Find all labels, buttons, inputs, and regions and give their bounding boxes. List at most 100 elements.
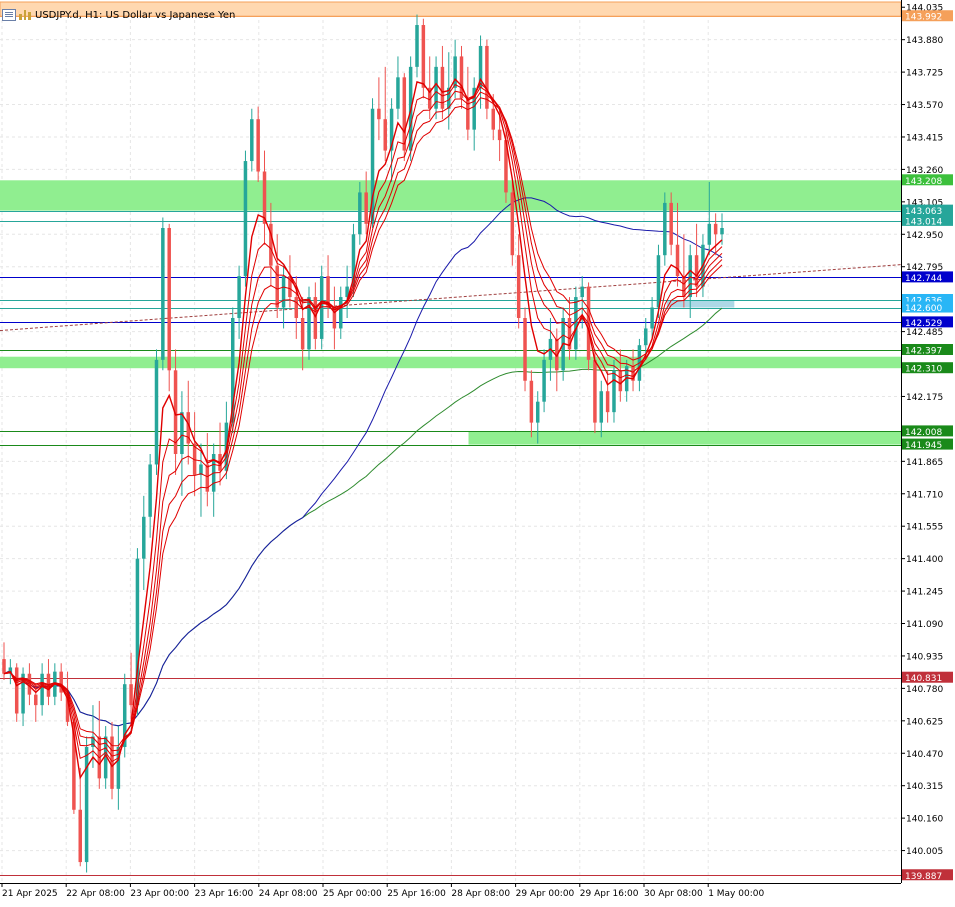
candle: [516, 234, 521, 329]
candle: [631, 349, 635, 392]
zones: [0, 1, 902, 445]
candle: [46, 659, 51, 706]
candle-body: [491, 108, 496, 130]
candle-body: [383, 119, 387, 151]
y-tick-label: 141.710: [906, 490, 943, 500]
candle-body: [542, 359, 546, 402]
candle: [434, 56, 438, 120]
price-chart[interactable]: 144.035143.880143.725143.570143.415143.2…: [0, 0, 955, 903]
candle-body: [339, 297, 343, 329]
candle-body: [523, 317, 527, 381]
candle: [256, 106, 260, 182]
candle-body: [78, 809, 82, 863]
candle: [250, 108, 254, 172]
y-tick-label: 143.570: [906, 101, 943, 111]
candle: [148, 454, 152, 538]
candle-body: [707, 223, 712, 245]
candle-body: [281, 276, 286, 308]
candle-body: [618, 370, 623, 392]
candle-body: [300, 317, 305, 350]
x-tick-label: 23 Apr 00:00: [130, 889, 189, 899]
candle: [612, 359, 616, 423]
candle: [453, 39, 457, 99]
candle: [485, 39, 489, 120]
price-tag-label: 142.008: [905, 428, 942, 438]
candle: [205, 433, 210, 507]
candle: [14, 663, 19, 722]
y-tick-label: 140.780: [906, 685, 943, 695]
time-axis[interactable]: 21 Apr 2025 22 Apr 08:00 23 Apr 00:00 23 Ap…: [1, 883, 764, 899]
y-tick-label: 142.485: [906, 328, 943, 338]
candle-body: [669, 202, 673, 245]
candle-body: [377, 108, 381, 120]
zone-rect: [468, 431, 901, 445]
candle-body: [40, 673, 44, 706]
y-tick-label: 141.865: [906, 458, 943, 468]
menu-icon[interactable]: [2, 9, 16, 21]
candle-body: [682, 276, 686, 298]
candle: [2, 642, 6, 681]
x-tick-label: 29 Apr 00:00: [516, 889, 575, 899]
x-tick-label: 25 Apr 00:00: [323, 889, 382, 899]
price-tag: 142.600: [902, 301, 953, 314]
candle: [555, 328, 559, 392]
candle-body: [713, 223, 718, 235]
x-tick-label: 28 Apr 08:00: [451, 889, 510, 899]
x-tick-label: 24 Apr 08:00: [259, 889, 318, 899]
x-tick-label: 30 Apr 08:00: [644, 889, 703, 899]
y-tick-label: 142.950: [906, 231, 943, 241]
bars-icon[interactable]: [19, 10, 32, 20]
candle: [21, 667, 25, 727]
candle: [605, 370, 610, 423]
candle-body: [34, 694, 38, 706]
price-tag-label: 142.529: [905, 319, 942, 329]
chart-title-bar: USDJPY.d, H1: US Dollar vs Japanese Yen: [2, 6, 235, 24]
candle: [675, 202, 680, 287]
candle-body: [580, 286, 584, 298]
candle: [624, 359, 629, 402]
candle-body: [421, 25, 426, 88]
chart-area[interactable]: 144.035 143.880 143.725 143.570 143.415 143.2…: [0, 0, 955, 903]
candle-body: [497, 129, 502, 141]
x-tick-label: 21 Apr 2025: [2, 889, 58, 899]
candle-body: [644, 328, 648, 346]
candle: [161, 217, 165, 371]
price-tag-label: 142.310: [905, 365, 942, 375]
candle-body: [148, 464, 152, 517]
candle-body: [256, 119, 260, 172]
candle: [59, 663, 63, 701]
candle-body: [167, 228, 171, 371]
trend-line: [0, 264, 902, 332]
candle: [694, 223, 699, 298]
candle: [34, 684, 38, 722]
levels: [0, 16, 902, 876]
candle-body: [364, 192, 368, 224]
y-tick-label: 141.090: [906, 620, 943, 630]
candle: [199, 443, 203, 517]
candle: [192, 412, 197, 496]
candle-body: [510, 192, 515, 256]
candle-body: [529, 380, 534, 423]
candle: [599, 380, 604, 438]
candle-body: [294, 297, 299, 318]
zone-rect: [0, 356, 901, 369]
candle-body: [415, 25, 419, 67]
candle: [345, 265, 349, 318]
candle-body: [599, 391, 604, 423]
candle: [332, 286, 337, 350]
candle: [84, 736, 89, 873]
price-tag-label: 143.014: [905, 217, 942, 227]
price-tag: 142.397: [902, 344, 953, 357]
symbol-title: USDJPY.d, H1: US Dollar vs Japanese Yen: [35, 9, 236, 21]
y-tick-label: 143.880: [906, 36, 943, 46]
candle: [40, 663, 44, 716]
price-tag-label: 141.945: [905, 441, 942, 451]
candle: [275, 234, 279, 318]
candle-body: [161, 228, 165, 360]
price-tag: 142.310: [902, 362, 953, 375]
candle-body: [250, 119, 254, 162]
candle-body: [694, 255, 699, 287]
y-tick-label: 140.315: [906, 782, 943, 792]
candle: [523, 307, 527, 392]
candle: [377, 77, 381, 141]
